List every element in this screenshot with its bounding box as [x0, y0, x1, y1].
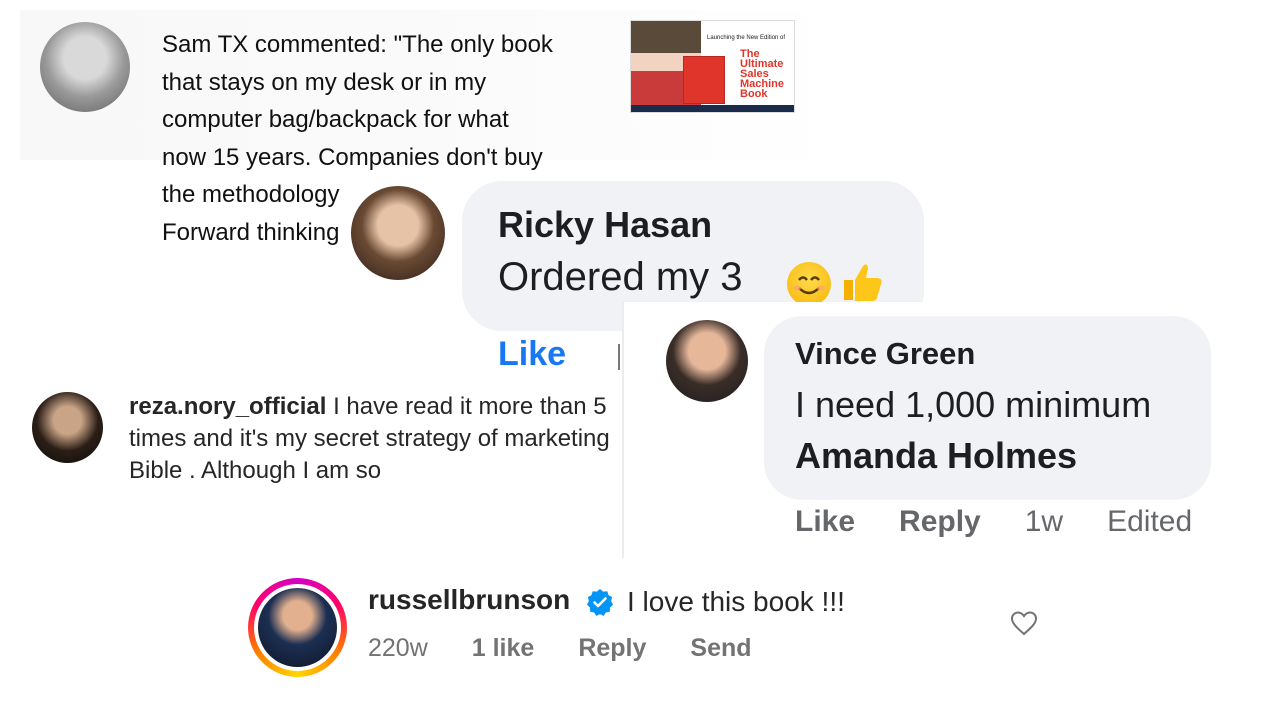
vince-name[interactable]: Vince Green: [795, 336, 975, 372]
thumbnail-footer-bar: [631, 105, 794, 112]
heart-icon[interactable]: [1010, 610, 1038, 636]
vince-avatar[interactable]: [666, 320, 748, 402]
reza-comment: reza.nory_official I have read it more t…: [129, 391, 615, 487]
vince-like-button[interactable]: Like: [795, 505, 855, 539]
russell-timestamp: 220w: [368, 634, 428, 662]
vince-reply-button[interactable]: Reply: [899, 505, 981, 539]
russell-reply-button[interactable]: Reply: [578, 634, 646, 663]
russell-username[interactable]: russellbrunson: [368, 584, 570, 616]
russell-send-button[interactable]: Send: [690, 634, 751, 663]
like-button[interactable]: Like: [498, 335, 566, 374]
thumbnail-title: The Ultimate Sales Machine Book: [740, 48, 785, 100]
vince-edited-label: Edited: [1107, 505, 1193, 538]
russell-meta-row: 220w 1 like Reply Send: [368, 634, 796, 663]
russell-like-count[interactable]: 1 like: [472, 634, 535, 663]
ricky-comment-text: Ordered my 3: [498, 255, 743, 299]
sam-avatar[interactable]: [40, 22, 130, 112]
reza-username[interactable]: reza.nory_official: [129, 393, 326, 420]
thumbnail-caption: Launching the New Edition of: [707, 35, 786, 41]
book-thumbnail[interactable]: Launching the New Edition of The Ultimat…: [631, 21, 794, 112]
vince-comment-text: I need 1,000 minimum: [795, 384, 1152, 425]
verified-badge-icon: [586, 588, 614, 616]
russell-comment-text: I love this book !!!: [627, 586, 845, 617]
vince-timestamp: 1w: [1024, 505, 1064, 538]
thumbnail-book-stack: [683, 56, 725, 104]
reza-avatar[interactable]: [32, 392, 103, 463]
russell-avatar[interactable]: [258, 588, 337, 667]
smiling-face-emoji-icon: [787, 262, 831, 306]
separator: [618, 344, 620, 370]
vince-action-row: Like Reply 1w Edited: [795, 505, 1192, 539]
vince-mention-amanda[interactable]: Amanda Holmes: [795, 435, 1077, 477]
thumbs-up-emoji-icon: [840, 258, 884, 304]
ricky-avatar[interactable]: [351, 186, 445, 280]
ricky-name[interactable]: Ricky Hasan: [498, 204, 712, 246]
